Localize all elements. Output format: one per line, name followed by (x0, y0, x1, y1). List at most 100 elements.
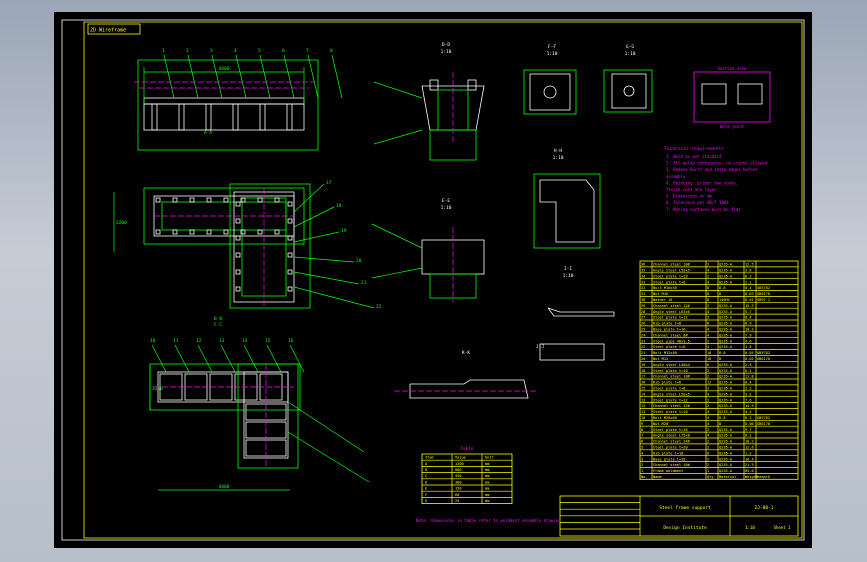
parts-cell: GB6170 (757, 357, 770, 361)
small-table-cell: 300 (455, 480, 462, 484)
parts-cell: 33 (641, 280, 645, 284)
plan-bolt (155, 229, 161, 235)
parts-cell: 12 (707, 381, 711, 385)
drawing-viewport[interactable]: 4800 3200 4800 3200 36 Channel steel 10# 2 Q23… (54, 12, 812, 548)
balloon-label: 6 (282, 48, 285, 54)
parts-cell: Q235-A (719, 463, 733, 467)
parts-cell: 21.3 (745, 463, 754, 467)
leader-line (293, 286, 375, 309)
detail-3-dim-box (523, 69, 577, 115)
plan-bolt (287, 286, 293, 292)
parts-cell: 2 (707, 375, 709, 379)
plan-bolt (287, 269, 293, 275)
balloon-label: 11 (173, 338, 179, 344)
detail-6-plate (547, 307, 615, 317)
parts-cell: 14 (641, 392, 645, 396)
parts-cell: Steel plate t=16 (653, 428, 688, 432)
parts-cell: 0.06 (745, 422, 754, 426)
parts-cell: 17 (641, 375, 645, 379)
parts-cell: 5.7 (745, 310, 752, 314)
parts-cell: 2 (707, 440, 709, 444)
lower-view-label: C-C (214, 322, 222, 328)
leader-line (220, 344, 236, 373)
parts-cell: 0.03 (745, 292, 754, 296)
plan-bolt (189, 197, 195, 203)
detail-title: D-D (442, 42, 450, 48)
parts-cell: 7 (641, 434, 643, 438)
small-table-cell: A (425, 462, 428, 466)
cad-drawing-canvas[interactable]: 4800320048003200 36 Channel steel 10# 2 Q23… (54, 12, 812, 548)
parts-cell: 0.02 (745, 357, 754, 361)
parts-cell: Angle steel L75x8 (653, 434, 690, 438)
parts-cell: 4 (707, 345, 709, 349)
parts-header-cell: Qty (707, 475, 714, 479)
note-line: 3. Remove burrs and sharp edges before (666, 167, 758, 172)
parts-cell: 24 (641, 333, 645, 337)
parts-cell: 29 (641, 304, 645, 308)
parts-cell: Base plate t=20 (653, 457, 685, 461)
small-table-cell: Unit (485, 456, 494, 460)
lower-envelope-2 (237, 363, 299, 469)
parts-cell: Q235-A (719, 345, 733, 349)
detail-7-bar (539, 343, 605, 361)
parts-cell: 19 (641, 363, 645, 367)
balloon-label: 17 (326, 180, 332, 186)
parts-cell: 0.4 (745, 381, 752, 385)
section-box-title: Section view (718, 66, 747, 71)
balloon-label: 13 (219, 338, 225, 344)
plan-bolt (172, 197, 178, 203)
parts-cell: Steel plate t=12 (653, 398, 688, 402)
parts-cell: 3.8 (745, 269, 752, 273)
parts-cell: 9 (641, 422, 643, 426)
small-table-cell: mm (485, 468, 489, 472)
parts-cell: Q235-A (719, 410, 733, 414)
parts-cell: Channel steel 16# (653, 463, 691, 467)
parts-cell: Q235-A (719, 280, 733, 284)
plan-bolt (274, 197, 280, 203)
parts-cell: 0.9 (745, 322, 752, 326)
parts-cell: GB5782 (757, 286, 770, 290)
parts-cell: 32 (641, 286, 645, 290)
parts-cell: Nut M20 (653, 422, 668, 426)
front-dim-envelope (137, 59, 319, 151)
small-table-cell: Item (425, 456, 434, 460)
small-table-title: Table (460, 446, 474, 452)
plan-bolt (235, 201, 241, 207)
parts-cell: 2 (707, 316, 709, 320)
parts-cell: 12.5 (745, 263, 754, 267)
parts-cell: 2 (707, 339, 709, 343)
detail-scale: 1:10 (441, 205, 452, 211)
title-block-scale: 1:10 (745, 525, 755, 530)
balloon-label: 16 (288, 338, 294, 344)
note-line: 1. Weld as per standard (666, 154, 722, 159)
plan-dim-text: 3200 (116, 220, 127, 226)
parts-cell: 2 (707, 369, 709, 373)
balloon-label: 15 (265, 338, 271, 344)
small-table-cell: 1200 (455, 462, 464, 466)
parts-cell: 2 (707, 446, 709, 450)
balloon-label: 20 (356, 258, 362, 264)
parts-cell: 34 (641, 274, 645, 278)
detail-title: E-E (442, 198, 450, 204)
detail-3-hole (543, 85, 557, 99)
parts-cell: Q235-A (719, 392, 733, 396)
leader-line (373, 81, 423, 99)
lower-dim-text: 4800 (219, 484, 230, 490)
parts-cell: 4.6 (745, 339, 752, 343)
small-table-cell: 450 (455, 474, 462, 478)
parts-cell: 0.2 (745, 416, 752, 420)
parts-cell: Washer 16 (653, 298, 672, 302)
parts-cell: Steel plate t=8 (653, 387, 685, 391)
balloon-label: 7 (306, 48, 309, 54)
plan-bolt (223, 229, 229, 235)
leader-line (243, 344, 259, 373)
parts-cell: Q235-A (719, 440, 733, 444)
parts-cell: 2 (707, 457, 709, 461)
small-table-cell: mm (485, 480, 489, 484)
small-table-cell: D (425, 480, 427, 484)
parts-cell: Q235-A (719, 398, 733, 402)
parts-cell: 8 (719, 292, 721, 296)
parts-cell: 8.8 (719, 416, 726, 420)
parts-cell: 16.4 (745, 457, 754, 461)
parts-cell: 27 (641, 316, 645, 320)
